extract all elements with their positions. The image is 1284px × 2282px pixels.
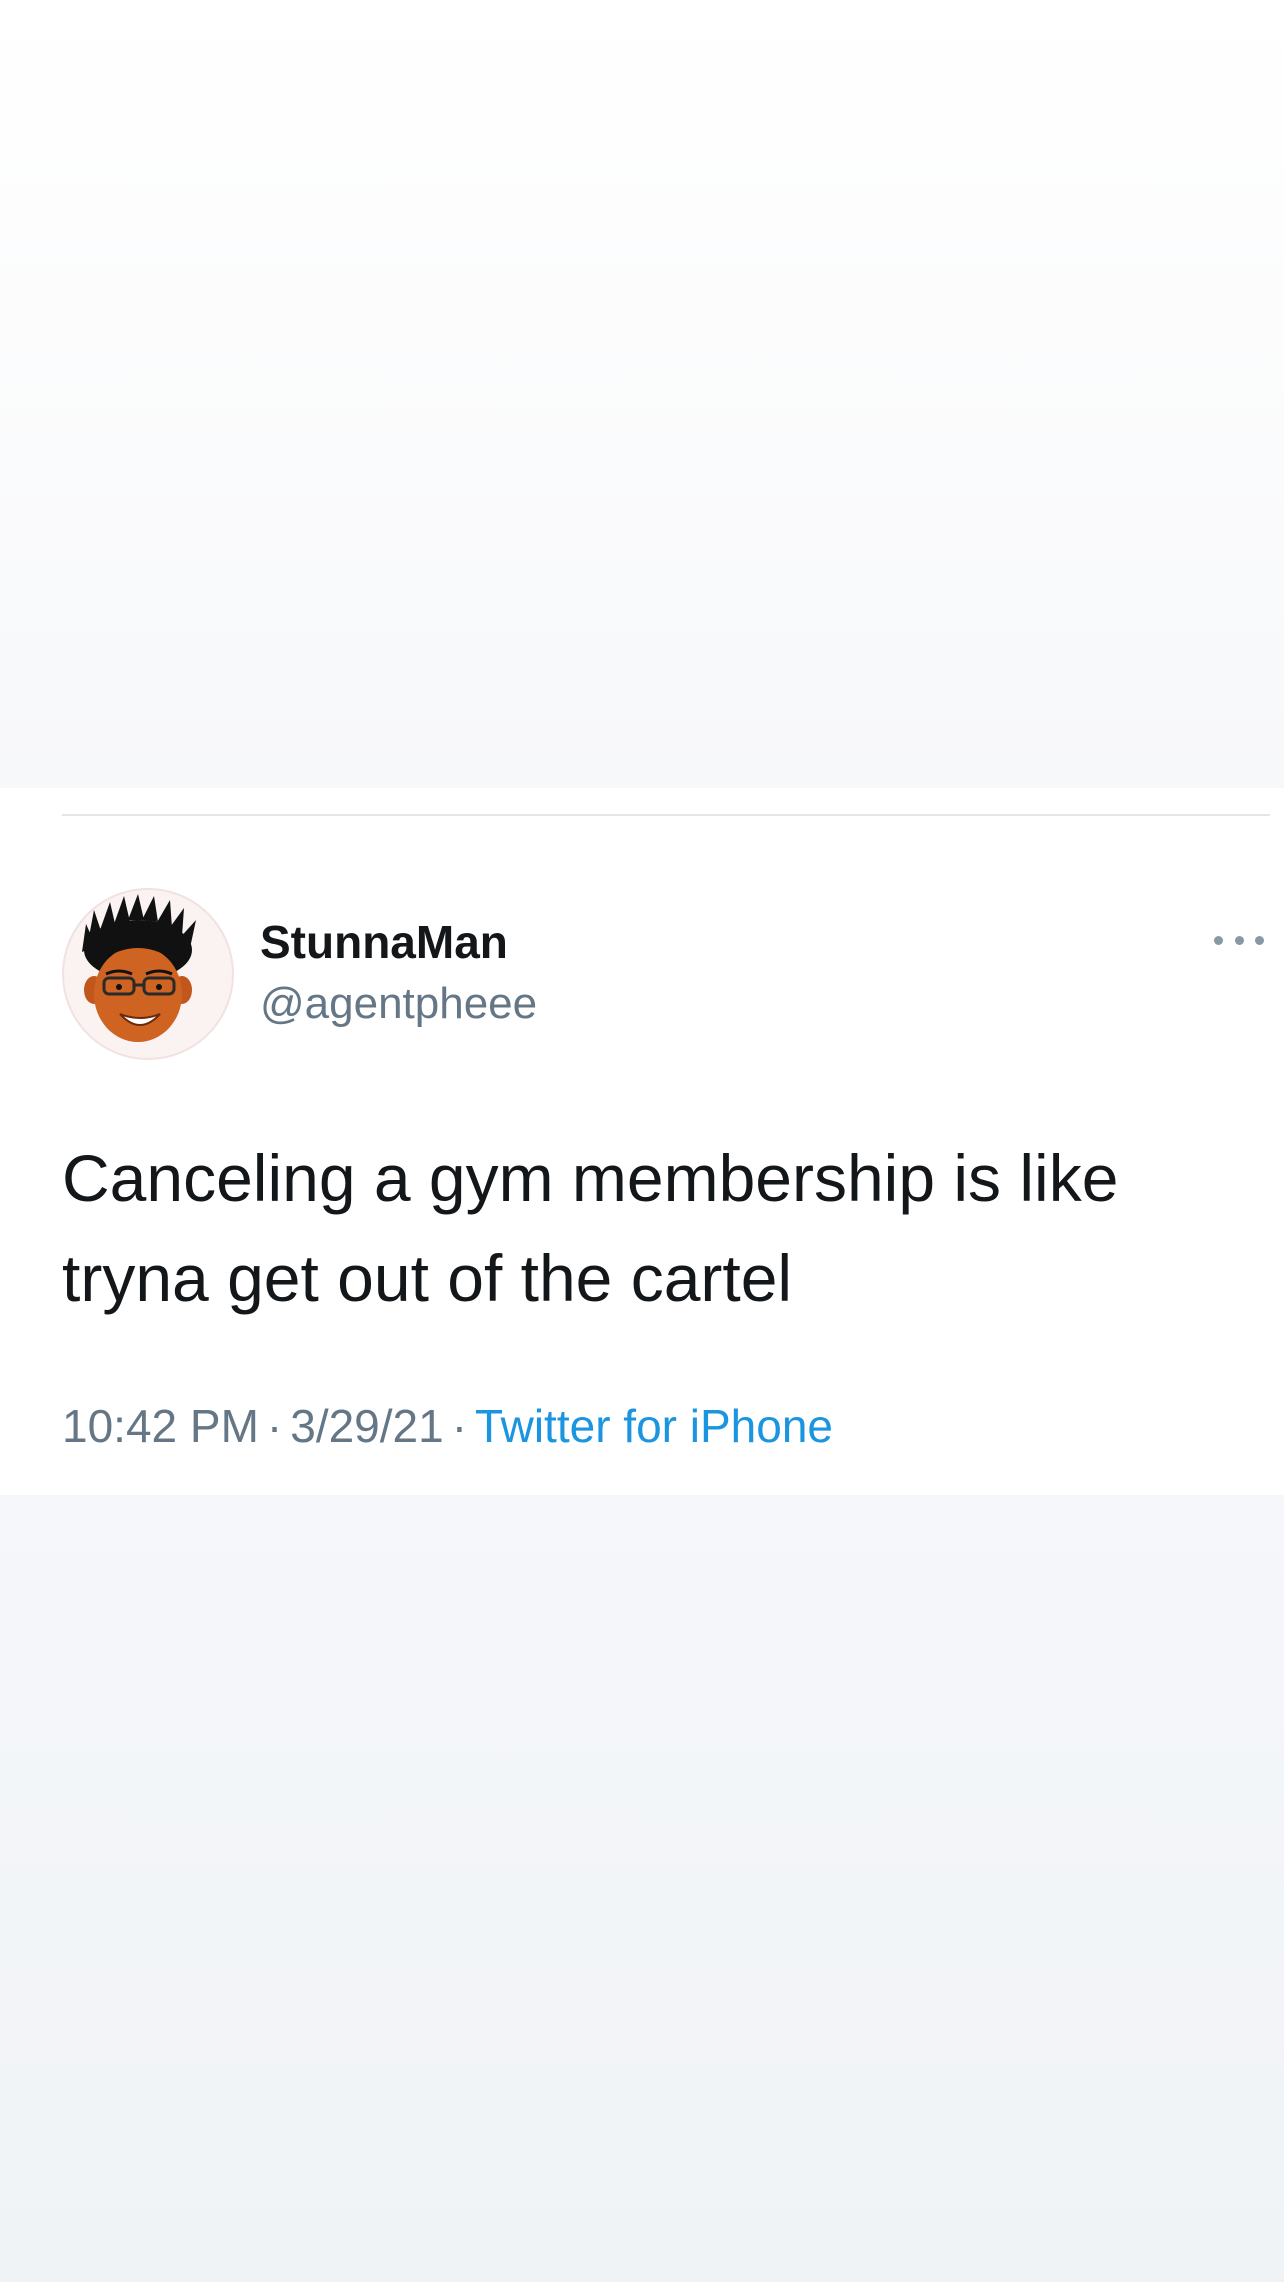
tweet-time[interactable]: 10:42 PM bbox=[62, 1400, 259, 1452]
avatar[interactable] bbox=[62, 888, 234, 1060]
tweet-source-link[interactable]: Twitter for iPhone bbox=[475, 1400, 833, 1452]
user-handle[interactable]: @agentpheee bbox=[260, 976, 537, 1032]
tweet-text-line-1: Canceling a gym membership is like bbox=[62, 1141, 1119, 1215]
dot bbox=[1234, 935, 1244, 945]
tweet-text-line-2: tryna get out of the cartel bbox=[62, 1241, 793, 1315]
tweet-metadata: 10:42 PM · 3/29/21 · Twitter for iPhone bbox=[62, 1398, 833, 1454]
top-blank-area bbox=[0, 0, 1284, 788]
dot bbox=[1214, 935, 1223, 945]
separator: · bbox=[266, 1400, 283, 1452]
divider bbox=[62, 814, 1270, 816]
dot bbox=[1255, 935, 1264, 945]
bottom-blank-area bbox=[0, 1495, 1284, 2282]
tweet-text: Canceling a gym membership is like tryna… bbox=[62, 1128, 1242, 1328]
tweet-date[interactable]: 3/29/21 bbox=[290, 1400, 443, 1452]
more-options-icon[interactable] bbox=[1214, 928, 1264, 952]
display-name[interactable]: StunnaMan bbox=[260, 914, 508, 970]
separator: · bbox=[451, 1400, 468, 1452]
cartoon-avatar-icon bbox=[82, 894, 196, 1042]
tweet-card: StunnaMan @agentpheee Canceling a gym me… bbox=[0, 788, 1284, 1495]
